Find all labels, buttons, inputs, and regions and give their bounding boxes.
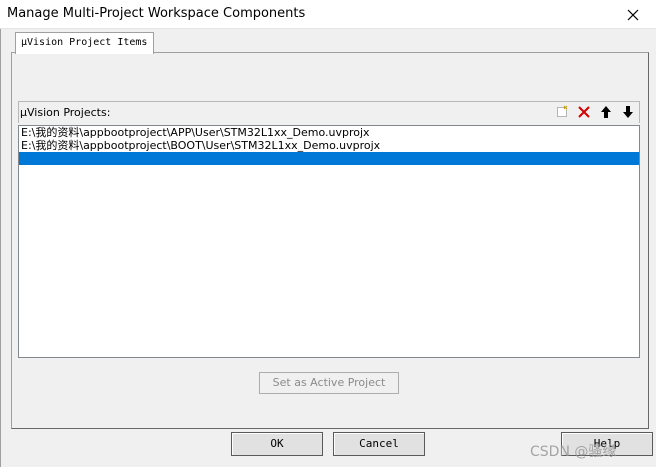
list-item[interactable]: E:\我的资料\appbootproject\BOOT\User\STM32L1… [19,139,639,152]
new-icon [557,105,568,117]
move-up-button[interactable] [595,102,617,122]
window-title: Manage Multi-Project Workspace Component… [7,6,306,21]
move-down-icon [623,106,633,118]
projects-group-header: µVision Projects: [18,101,640,123]
close-button[interactable] [610,0,656,28]
set-active-project-button[interactable]: Set as Active Project [259,372,399,394]
list-item-selected[interactable] [19,152,639,165]
projects-listbox[interactable]: E:\我的资料\appbootproject\APP\User\STM32L1x… [18,125,640,358]
help-button[interactable]: Help [561,432,653,456]
ok-button[interactable]: OK [231,432,323,456]
projects-label: µVision Projects: [20,106,111,119]
close-icon [627,9,639,21]
projects-toolbar [551,102,639,122]
new-project-button[interactable] [551,102,573,122]
delete-icon [578,106,590,118]
move-up-icon [601,106,611,118]
dialog-client-area: µVision Project Items µVision Projects: [0,29,656,467]
list-item[interactable]: E:\我的资料\appbootproject\APP\User\STM32L1x… [19,126,639,139]
delete-project-button[interactable] [573,102,595,122]
tab-uvision-project-items[interactable]: µVision Project Items [15,32,155,54]
move-down-button[interactable] [617,102,639,122]
cancel-button[interactable]: Cancel [333,432,425,456]
title-bar: Manage Multi-Project Workspace Component… [0,0,656,29]
